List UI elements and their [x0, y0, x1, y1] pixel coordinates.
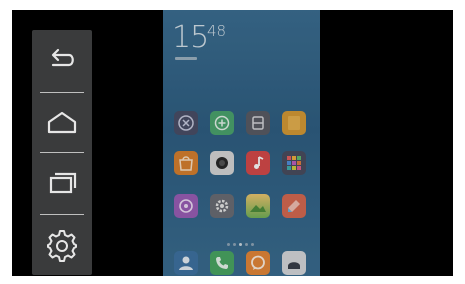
home-button[interactable]: [32, 98, 92, 148]
divider: [40, 92, 84, 93]
settings-button[interactable]: [32, 220, 92, 270]
recent-apps-button[interactable]: [32, 158, 92, 208]
screen-dim-overlay: [163, 10, 320, 276]
emulator-screen: 15 48: [12, 10, 453, 276]
phone-home-screen: 15 48: [163, 10, 320, 276]
divider: [40, 152, 84, 153]
divider: [40, 214, 84, 215]
back-arrow-icon: [51, 48, 74, 67]
home-icon: [47, 111, 77, 134]
gear-icon: [47, 230, 77, 262]
back-button[interactable]: [32, 35, 92, 85]
emulator-nav-panel: [32, 30, 92, 275]
recent-apps-icon: [49, 172, 77, 194]
